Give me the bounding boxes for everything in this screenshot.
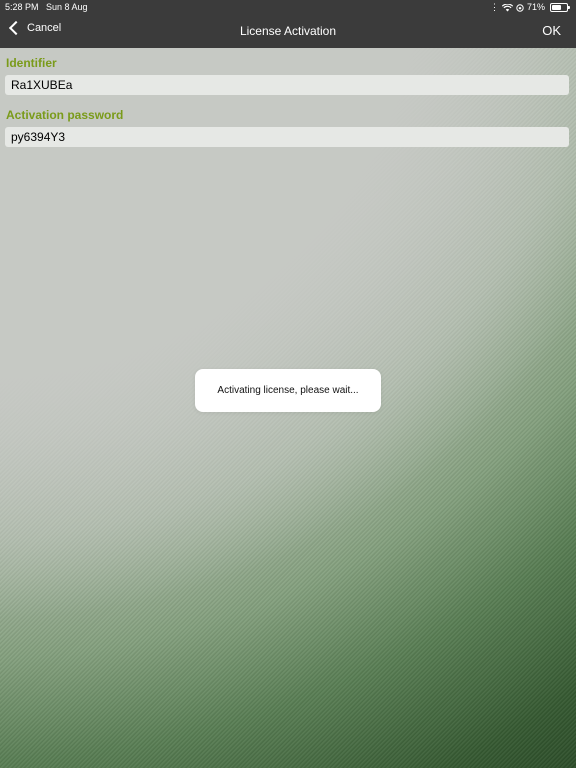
status-bar: 5:28 PM Sun 8 Aug ⋮ 71% [0,0,576,14]
activation-password-label: Activation password [6,108,124,122]
identifier-label: Identifier [6,56,57,70]
activation-password-field[interactable]: py6394Y3 [5,127,569,147]
battery-fill [552,4,561,10]
battery-percent: 71% [526,2,545,12]
status-time: 5:28 PM [5,2,39,12]
toast-message: Activating license, please wait... [217,385,359,396]
status-date: Sun 8 Aug [46,2,88,12]
ok-button[interactable]: OK [542,23,561,38]
identifier-field[interactable]: Ra1XUBEa [5,75,569,95]
wifi-icon [501,0,514,14]
status-indicators: ⋮ 71% [489,0,570,14]
signal-icon: ⋮ [489,2,499,12]
orientation-lock-icon [516,0,524,14]
activation-progress-toast: Activating license, please wait... [195,369,381,412]
navigation-bar: 5:28 PM Sun 8 Aug ⋮ 71% Cancel License A… [0,0,576,48]
page-title: License Activation [239,24,337,38]
battery-icon [550,2,570,12]
